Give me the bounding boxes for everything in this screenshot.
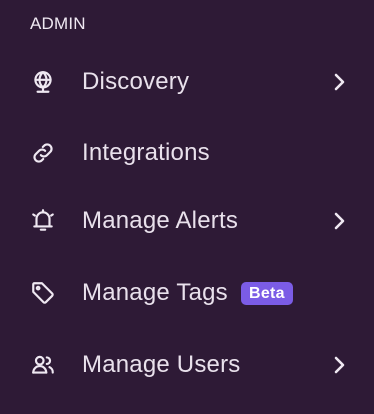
- sidebar-item-manage-tags[interactable]: Manage Tags Beta: [0, 265, 374, 321]
- beta-badge: Beta: [241, 281, 293, 305]
- globe-icon: [30, 69, 56, 95]
- sidebar-item-manage-users[interactable]: Manage Users: [0, 337, 374, 393]
- chevron-right-icon: [329, 208, 349, 234]
- bell-icon: [30, 208, 56, 234]
- sidebar-item-label: Integrations: [82, 139, 210, 166]
- chevron-right-icon: [329, 352, 349, 378]
- sidebar-item-label: Manage Users: [82, 351, 241, 378]
- users-icon: [30, 352, 56, 378]
- tag-icon: [30, 280, 56, 306]
- section-title-admin: ADMIN: [30, 14, 86, 33]
- sidebar-item-label: Manage Tags: [82, 279, 228, 306]
- chevron-right-icon: [329, 69, 349, 95]
- sidebar-item-label: Manage Alerts: [82, 207, 239, 234]
- sidebar-item-discovery[interactable]: Discovery: [0, 54, 374, 110]
- link-icon: [30, 140, 56, 166]
- sidebar-item-integrations[interactable]: Integrations: [0, 125, 374, 181]
- sidebar-item-manage-alerts[interactable]: Manage Alerts: [0, 193, 374, 249]
- sidebar-item-label: Discovery: [82, 68, 190, 95]
- admin-sidebar: ADMIN Discovery Integrations Manage Aler…: [0, 0, 374, 414]
